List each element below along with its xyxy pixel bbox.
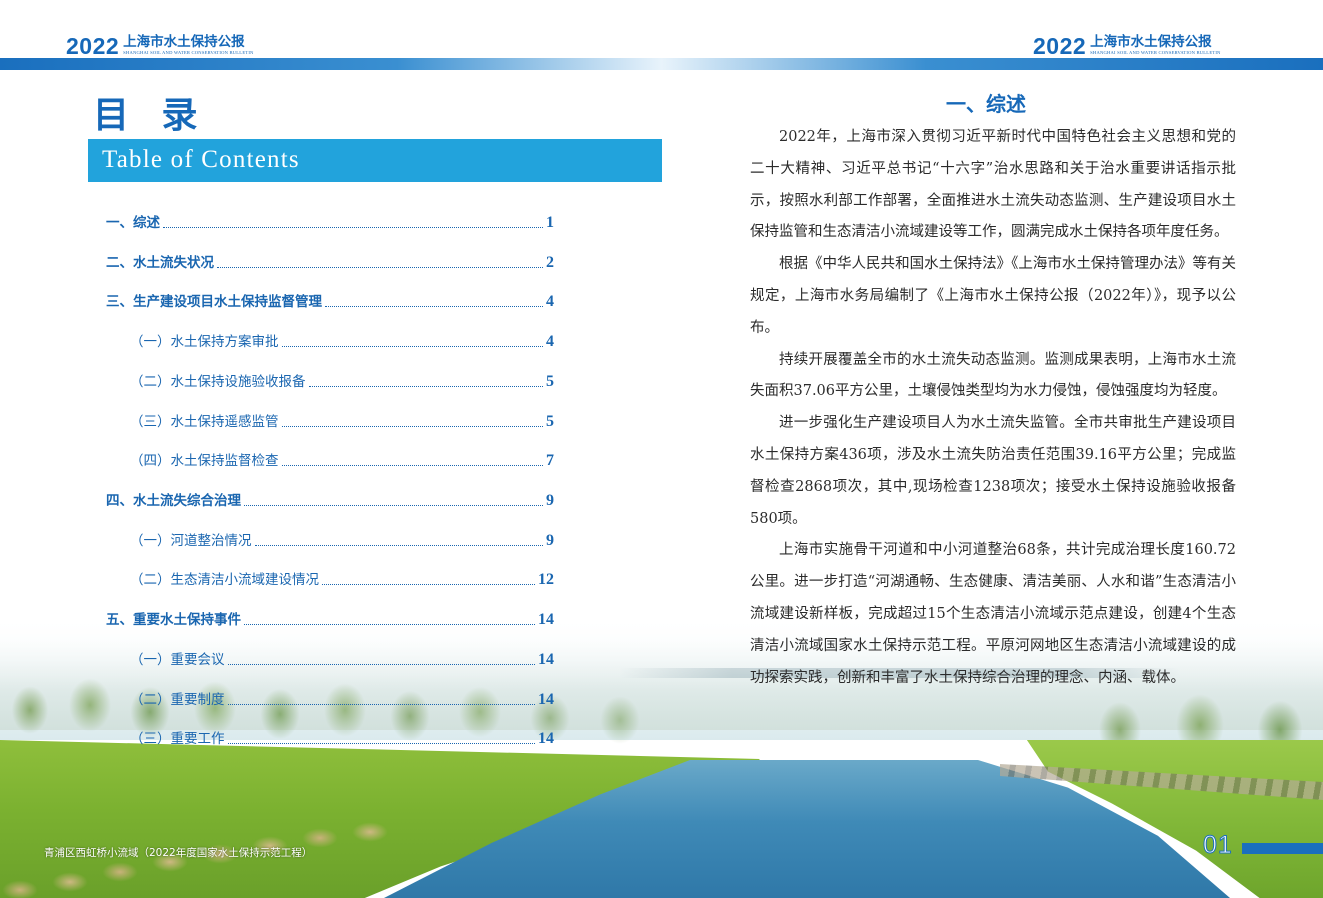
toc-entry[interactable]: 二、水土流失状况 2 — [106, 251, 554, 273]
toc-entry-page: 1 — [546, 214, 554, 231]
toc-entry-label: 三、生产建设项目水土保持监督管理 — [106, 294, 322, 310]
toc-entry-page: 5 — [546, 413, 554, 430]
toc-entry[interactable]: 五、重要水土保持事件 14 — [106, 608, 554, 630]
toc-leader — [163, 227, 543, 228]
overview-paragraph: 上海市实施骨干河道和中小河道整治68条，共计完成治理长度160.72公里。进一步… — [750, 542, 1236, 686]
toc-entry-label: 四、水土流失综合治理 — [106, 493, 241, 509]
overview-paragraph: 2022年，上海市深入贯彻习近平新时代中国特色社会主义思想和党的二十大精神、习近… — [750, 129, 1236, 241]
toc-leader — [281, 346, 543, 347]
toc-entry-label: 二、水土流失状况 — [106, 255, 214, 271]
toc-entry-label: 五、重要水土保持事件 — [106, 612, 241, 628]
toc-leader — [244, 624, 535, 625]
toc-entry-page: 4 — [546, 293, 554, 310]
overview-paragraph: 根据《中华人民共和国水土保持法》《上海市水土保持管理办法》等有关规定，上海市水务… — [750, 256, 1236, 336]
toc-entry-page: 14 — [538, 611, 554, 628]
toc-entry-page: 7 — [546, 452, 554, 469]
toc-entry[interactable]: （四）水土保持监督检查 7 — [130, 449, 554, 471]
toc-leader — [227, 704, 535, 705]
toc-entry-label: （二）重要制度 — [130, 692, 225, 708]
toc-entry-label: （二）生态清洁小流域建设情况 — [130, 572, 319, 588]
toc-entry-page: 4 — [546, 333, 554, 350]
section-heading: 一、综述 — [946, 92, 1026, 116]
toc-entry-page: 14 — [538, 691, 554, 708]
brand-text: 上海市水土保持公报 SHANGHAI SOIL AND WATER CONSER… — [1090, 34, 1220, 55]
header-brand-right: 2022 上海市水土保持公报 SHANGHAI SOIL AND WATER C… — [1033, 34, 1221, 58]
brand-year: 2022 — [1033, 33, 1087, 59]
toc-entry-label: （二）水土保持设施验收报备 — [130, 374, 306, 390]
brand-title-en: SHANGHAI SOIL AND WATER CONSERVATION BUL… — [1090, 50, 1221, 55]
toc-entry-label: （一）重要会议 — [130, 652, 225, 668]
brand-title-en: SHANGHAI SOIL AND WATER CONSERVATION BUL… — [123, 50, 254, 55]
toc-leader — [217, 267, 543, 268]
toc-leader — [281, 426, 543, 427]
toc-title: 目 录 — [93, 94, 208, 136]
brand-text: 上海市水土保持公报 SHANGHAI SOIL AND WATER CONSER… — [123, 34, 253, 55]
toc-entry[interactable]: 一、综述 1 — [106, 211, 554, 233]
toc-entry-page: 5 — [546, 373, 554, 390]
toc-entry-label: （一）河道整治情况 — [130, 533, 252, 549]
toc-entry-label: （一）水土保持方案审批 — [130, 334, 279, 350]
toc-entry-page: 12 — [538, 571, 554, 588]
toc-entry[interactable]: （三）重要工作 14 — [130, 727, 554, 749]
toc-subtitle-band: Table of Contents — [88, 139, 662, 182]
toc-entry[interactable]: （二）生态清洁小流域建设情况 12 — [130, 568, 554, 590]
toc-entry[interactable]: （二）水土保持设施验收报备 5 — [130, 370, 554, 392]
brand-title-cn: 上海市水土保持公报 — [123, 34, 245, 50]
toc-leader — [281, 465, 543, 466]
toc-entry-label: 一、综述 — [106, 215, 160, 231]
toc-entry[interactable]: 三、生产建设项目水土保持监督管理 4 — [106, 290, 554, 312]
toc-entry[interactable]: （一）水土保持方案审批 4 — [130, 330, 554, 352]
toc-entry-label: （四）水土保持监督检查 — [130, 453, 279, 469]
overview-paragraph: 持续开展覆盖全市的水土流失动态监测。监测成果表明，上海市水土流失面积37.06平… — [750, 351, 1236, 400]
toc-entry[interactable]: （一）重要会议 14 — [130, 648, 554, 670]
toc-entry-page: 14 — [538, 651, 554, 668]
header-bar — [0, 58, 1323, 70]
toc-leader — [244, 505, 543, 506]
header-brand-left: 2022 上海市水土保持公报 SHANGHAI SOIL AND WATER C… — [66, 34, 254, 58]
toc-entry[interactable]: 四、水土流失综合治理 9 — [106, 489, 554, 511]
toc-leader — [227, 664, 535, 665]
toc-entry[interactable]: （一）河道整治情况 9 — [130, 529, 554, 551]
brand-year: 2022 — [66, 33, 120, 59]
overview-paragraph: 进一步强化生产建设项目人为水土流失监管。全市共审批生产建设项目水土保持方案436… — [750, 415, 1236, 527]
toc-leader — [254, 545, 543, 546]
toc-leader — [308, 386, 543, 387]
toc-leader — [322, 584, 535, 585]
page-number-tab — [1242, 843, 1323, 854]
toc-entry-page: 9 — [546, 532, 554, 549]
brand-title-cn: 上海市水土保持公报 — [1090, 34, 1212, 50]
page-number: 01 — [1203, 831, 1233, 860]
toc-leader — [325, 306, 543, 307]
photo-caption: 青浦区西虹桥小流域（2022年度国家水土保持示范工程） — [44, 847, 313, 859]
toc-entry-page: 2 — [546, 254, 554, 271]
toc-entry-page: 9 — [546, 492, 554, 509]
overview-body: 2022年，上海市深入贯彻习近平新时代中国特色社会主义思想和党的二十大精神、习近… — [750, 122, 1236, 694]
toc-entry[interactable]: （三）水土保持遥感监管 5 — [130, 410, 554, 432]
toc-entry-label: （三）重要工作 — [130, 731, 225, 747]
toc-entry-page: 14 — [538, 730, 554, 747]
toc-subtitle: Table of Contents — [102, 146, 300, 173]
toc-entry[interactable]: （二）重要制度 14 — [130, 688, 554, 710]
toc-entry-label: （三）水土保持遥感监管 — [130, 414, 279, 430]
toc-leader — [227, 743, 535, 744]
